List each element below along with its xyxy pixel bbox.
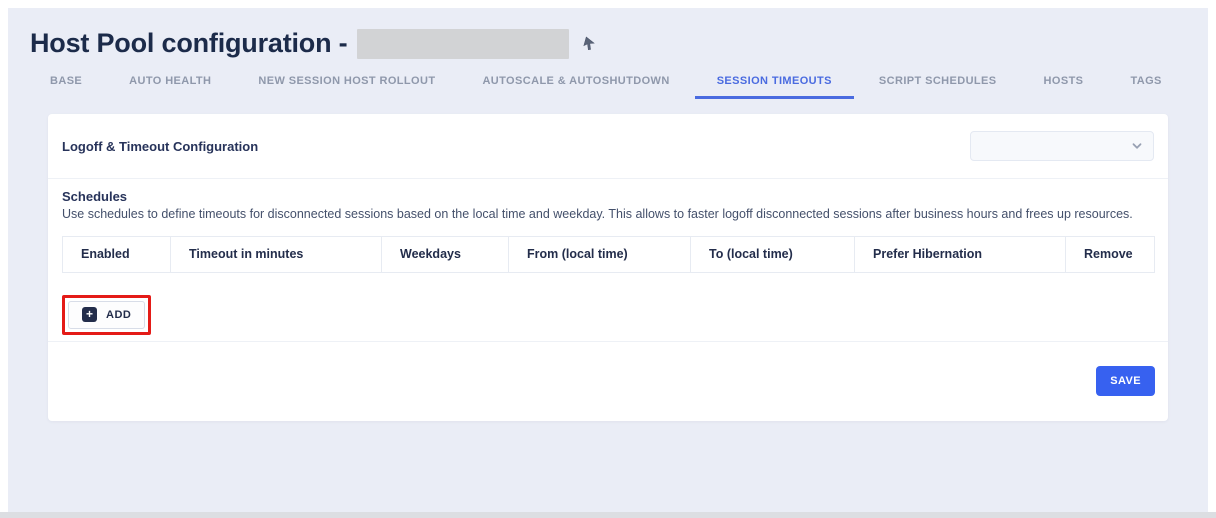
save-row: SAVE xyxy=(48,342,1168,421)
column-header-enabled: Enabled xyxy=(63,236,171,272)
save-button[interactable]: SAVE xyxy=(1096,366,1155,396)
page-title: Host Pool configuration - xyxy=(30,28,347,59)
tab-base[interactable]: BASE xyxy=(50,75,82,99)
logoff-config-row: Logoff & Timeout Configuration xyxy=(48,114,1168,179)
column-header-prefer-hibernation: Prefer Hibernation xyxy=(855,236,1066,272)
add-schedule-area: ADD xyxy=(62,295,1154,335)
tab-autoscale-autoshutdown[interactable]: AUTOSCALE & AUTOSHUTDOWN xyxy=(482,75,669,99)
column-header-remove: Remove xyxy=(1066,236,1155,272)
logoff-config-title: Logoff & Timeout Configuration xyxy=(62,139,258,154)
schedules-table: Enabled Timeout in minutes Weekdays From… xyxy=(62,236,1155,273)
schedules-title: Schedules xyxy=(62,189,1154,204)
column-header-weekdays: Weekdays xyxy=(382,236,509,272)
tab-script-schedules[interactable]: SCRIPT SCHEDULES xyxy=(879,75,997,99)
chevron-down-icon xyxy=(1131,140,1143,152)
table-header-row: Enabled Timeout in minutes Weekdays From… xyxy=(63,236,1155,272)
page-background: Host Pool configuration - BASE AUTO HEAL… xyxy=(8,8,1208,512)
tab-session-timeouts[interactable]: SESSION TIMEOUTS xyxy=(695,75,854,99)
timeout-preset-dropdown[interactable] xyxy=(970,131,1154,161)
tab-hosts[interactable]: HOSTS xyxy=(1044,75,1084,99)
session-timeouts-panel: Logoff & Timeout Configuration Schedules… xyxy=(48,114,1168,421)
column-header-to-local-time: To (local time) xyxy=(691,236,855,272)
column-header-from-local-time: From (local time) xyxy=(509,236,691,272)
schedules-section: Schedules Use schedules to define timeou… xyxy=(48,179,1168,273)
schedules-description: Use schedules to define timeouts for dis… xyxy=(62,207,1154,223)
annotation-highlight: ADD xyxy=(62,295,151,335)
mouse-cursor-icon xyxy=(581,36,597,52)
add-button-label: ADD xyxy=(106,309,131,321)
column-header-timeout-in-minutes: Timeout in minutes xyxy=(171,236,382,272)
page-header: Host Pool configuration - xyxy=(30,28,1208,59)
tab-auto-health[interactable]: AUTO HEALTH xyxy=(129,75,211,99)
tab-tags[interactable]: TAGS xyxy=(1130,75,1161,99)
add-schedule-button[interactable]: ADD xyxy=(68,301,145,329)
redacted-hostpool-name xyxy=(357,29,569,59)
plus-icon xyxy=(82,307,97,322)
tab-new-session-host-rollout[interactable]: NEW SESSION HOST ROLLOUT xyxy=(258,75,435,99)
tab-bar: BASE AUTO HEALTH NEW SESSION HOST ROLLOU… xyxy=(50,75,1208,105)
window-bottom-edge xyxy=(0,512,1216,518)
